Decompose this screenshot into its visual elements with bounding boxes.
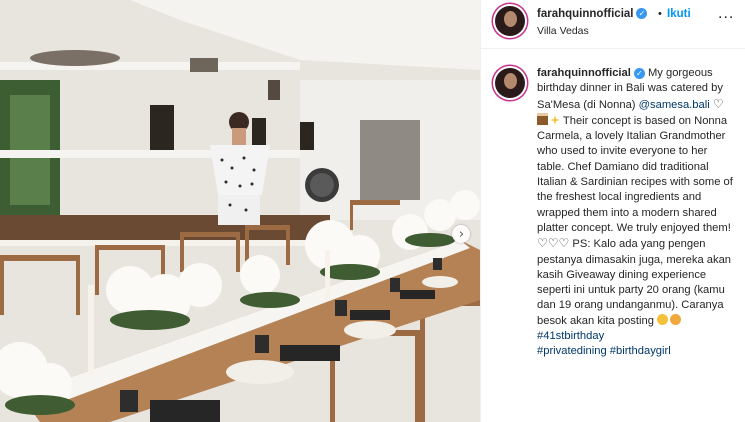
header-username-text[interactable]: farahquinnofficial bbox=[537, 8, 633, 20]
chevron-right-icon: › bbox=[458, 226, 465, 242]
kissing-face-emoji-icon bbox=[670, 313, 682, 325]
profile-avatar[interactable] bbox=[495, 6, 525, 36]
hashtag-link[interactable]: #privatedining bbox=[537, 345, 607, 357]
verified-badge-icon: ✓ bbox=[633, 67, 645, 79]
post-header: farahquinnofficial ✓ • Ikuti Villa Vedas … bbox=[481, 0, 745, 49]
sparkles-emoji-icon bbox=[550, 114, 560, 125]
caption-username[interactable]: farahquinnofficial bbox=[537, 67, 631, 79]
caption-text-part-2: Their concept is based on Nonna Carmela,… bbox=[537, 114, 733, 234]
post-sidebar: farahquinnofficial ✓ • Ikuti Villa Vedas … bbox=[480, 0, 745, 422]
hashtag-link[interactable]: #birthdaygirl bbox=[610, 345, 671, 357]
post-caption: farahquinnofficial ✓ My gorgeous birthday… bbox=[537, 66, 737, 360]
dining-scene-illustration bbox=[0, 0, 480, 422]
white-heart-icon: ♡ bbox=[558, 236, 570, 251]
white-heart-icon: ♡ bbox=[537, 236, 548, 251]
cake-emoji-icon bbox=[537, 112, 548, 125]
separator-dot: • bbox=[658, 8, 662, 20]
hashtag-link[interactable]: #41stbirthday bbox=[537, 330, 604, 342]
verified-badge-icon: ✓ bbox=[636, 8, 648, 20]
location-link[interactable]: Villa Vedas bbox=[537, 25, 589, 37]
post-photo[interactable]: › bbox=[0, 0, 480, 422]
white-heart-icon: ♡ bbox=[547, 236, 559, 251]
caption-avatar[interactable] bbox=[495, 68, 525, 98]
follow-button[interactable]: Ikuti bbox=[667, 8, 691, 20]
more-options-button[interactable]: ... bbox=[718, 5, 734, 23]
smiling-face-emoji-icon bbox=[657, 313, 669, 325]
white-heart-icon: ♡ bbox=[712, 96, 724, 111]
header-username[interactable]: farahquinnofficial ✓ bbox=[537, 8, 648, 20]
mention-link[interactable]: @samesa.bali bbox=[639, 99, 710, 111]
next-photo-button[interactable]: › bbox=[452, 225, 470, 243]
